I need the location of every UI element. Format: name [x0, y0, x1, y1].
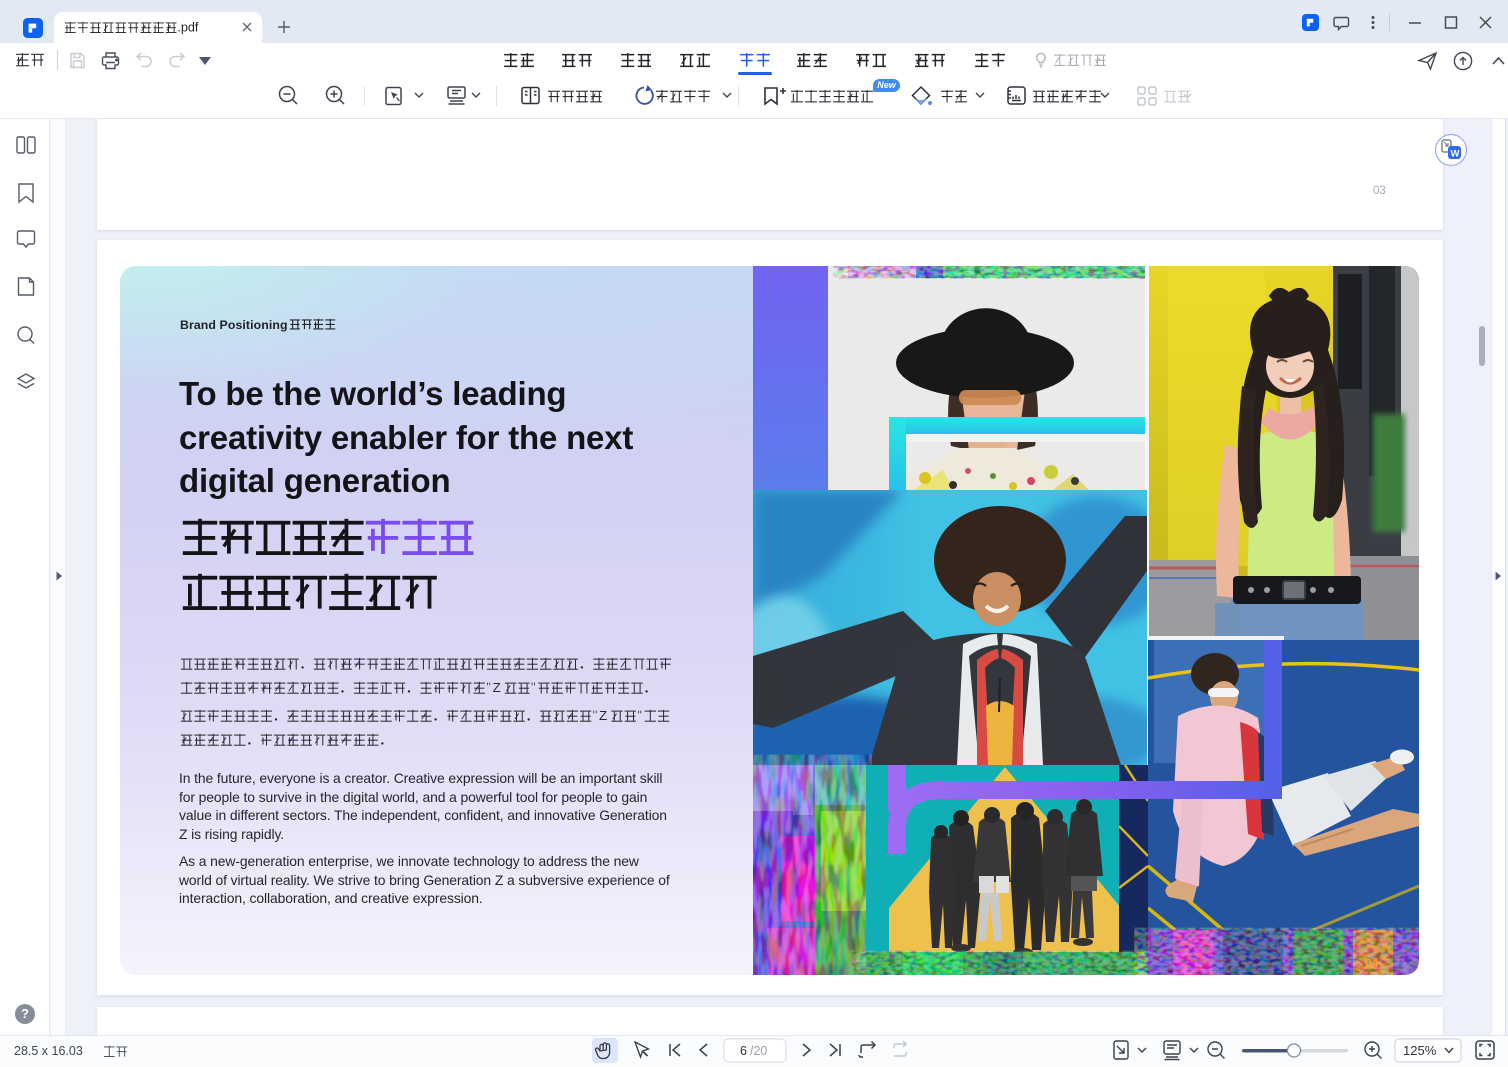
svg-text:/20: /20 — [750, 1044, 767, 1058]
svg-text:125%: 125% — [1403, 1043, 1437, 1058]
svg-text:.pdf: .pdf — [177, 21, 199, 34]
svg-text:6: 6 — [740, 1044, 747, 1058]
svg-text:W: W — [1451, 149, 1460, 160]
svg-text:04: 04 — [1365, 956, 1379, 970]
svg-text:Z: Z — [599, 709, 607, 723]
svg-text:Z: Z — [493, 681, 501, 695]
